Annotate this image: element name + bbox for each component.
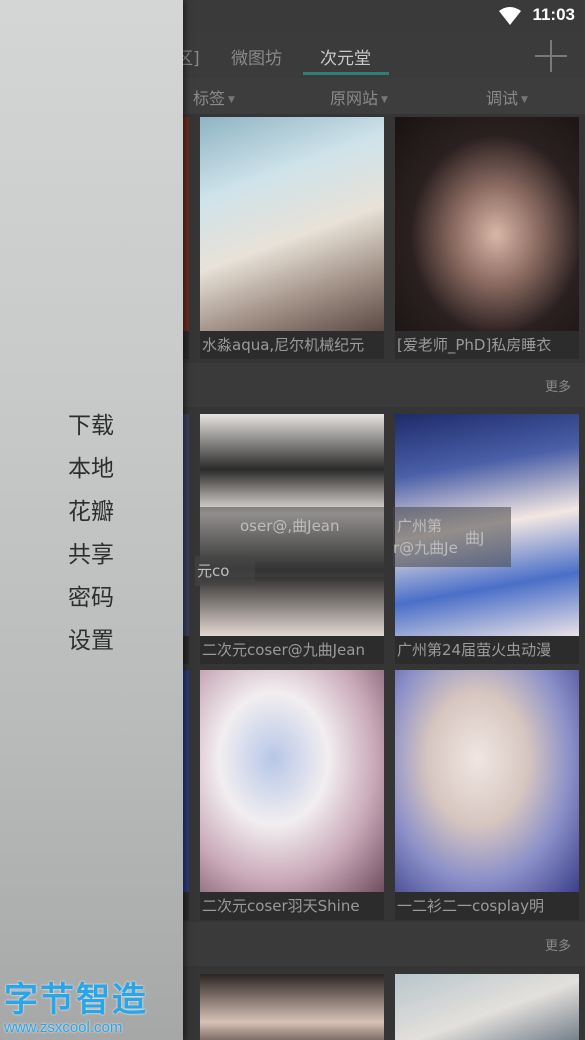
status-time: 11:03 [532,5,575,24]
thumbnail-image [395,974,579,1040]
filter-tag[interactable]: 标签 ▼ [193,85,235,109]
ghost-text: r@九曲Je [393,539,458,557]
chevron-down-icon: ▼ [228,94,235,105]
more-link[interactable]: 更多 [545,935,571,954]
card-caption: 水淼aqua,尼尔机械纪元 [200,331,384,359]
thumbnail-image [200,670,384,892]
gallery-card[interactable]: 二次元coser羽天Shine [200,670,384,920]
card-caption: 一二衫二一cosplay明 [395,892,579,920]
gallery-card[interactable] [395,974,579,1040]
drawer-item-download[interactable]: 下载 [68,408,114,451]
thumbnail-image [200,974,384,1040]
thumbnail-image [395,670,579,892]
ghost-text: 广州第 [397,517,443,535]
gallery-card[interactable]: 一二衫二一cosplay明 [395,670,579,920]
watermark-url: www.zsxcool.com [4,1019,123,1036]
drawer-item-huaban[interactable]: 花瓣 [68,494,114,537]
drawer-item-local[interactable]: 本地 [68,451,114,494]
filter-source-label: 原网站 [330,89,379,108]
filter-tag-label: 标签 [193,89,226,108]
filter-debug-label: 调试 [486,89,519,108]
more-link[interactable]: 更多 [545,376,571,395]
drawer-item-settings[interactable]: 设置 [68,623,114,666]
chevron-down-icon: ▼ [521,94,528,105]
card-caption: 二次元coser@九曲Jean [200,636,384,664]
drawer-item-share[interactable]: 共享 [68,537,114,580]
navigation-drawer: 下载 本地 花瓣 共享 密码 设置 [0,0,183,1040]
gallery-card[interactable]: [爱老师_PhD]私房睡衣 [395,117,579,359]
filter-source[interactable]: 原网站 ▼ [330,85,388,109]
ghost-text: oser@,曲Jean [240,517,340,535]
drawer-menu: 下载 本地 花瓣 共享 密码 设置 [68,408,114,666]
active-tab-indicator [303,72,389,75]
thumbnail-image [395,117,579,331]
add-icon[interactable] [535,40,567,72]
gallery-card[interactable] [200,974,384,1040]
drawer-item-password[interactable]: 密码 [68,580,114,623]
filter-debug[interactable]: 调试 ▼ [486,85,528,109]
ghost-text: 元co [197,562,230,580]
drag-ghost: 广州第 r@九曲Je 曲J [393,507,511,567]
watermark-name: 字节智造 [4,980,148,1020]
thumbnail-image [200,117,384,331]
card-caption: 广州第24届萤火虫动漫 [395,636,579,664]
gallery-card[interactable]: 水淼aqua,尼尔机械纪元 [200,117,384,359]
drag-ghost: 元co [195,556,255,586]
watermark: 字节智造 www.zsxcool.com [4,972,148,1036]
card-caption: 二次元coser羽天Shine [200,892,384,920]
wifi-icon [499,7,521,25]
tab-ciyuantang[interactable]: 次元堂 [320,44,371,69]
card-caption: [爱老师_PhD]私房睡衣 [395,331,579,359]
ghost-text: 曲J [465,529,485,547]
tab-weitufang[interactable]: 微图坊 [231,44,282,69]
chevron-down-icon: ▼ [381,94,388,105]
